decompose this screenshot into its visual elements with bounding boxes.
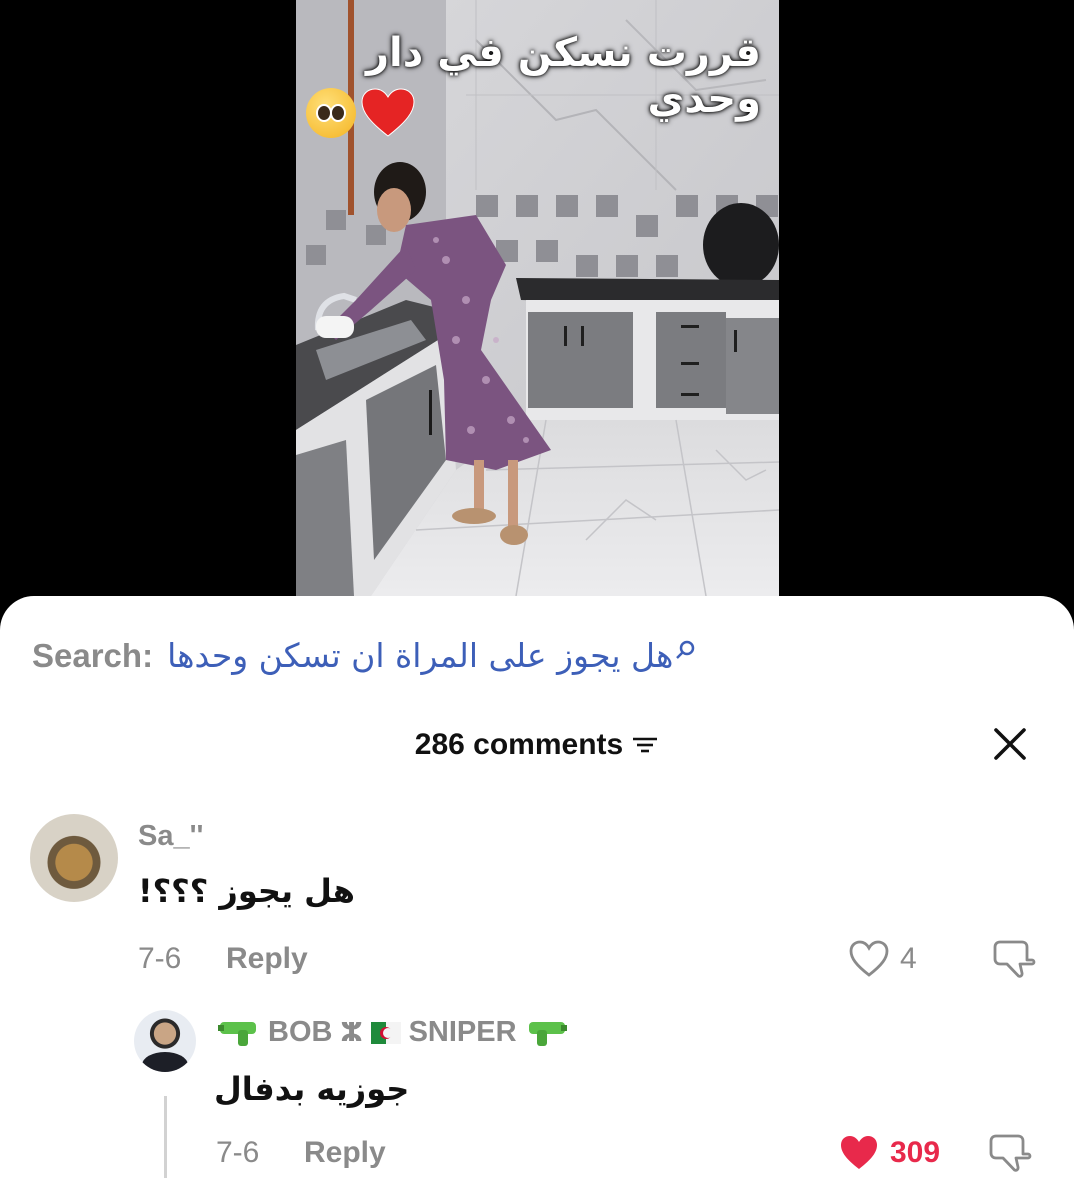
reply-username-part2: SNIPER <box>408 1016 517 1048</box>
reply-date: 7-6 <box>216 1136 260 1169</box>
search-suggestion[interactable]: Search: هل يجوز على المراة ان تسكن وحدها <box>32 636 697 675</box>
water-pistol-icon <box>218 1021 256 1046</box>
comment-date: 7-6 <box>138 942 182 975</box>
like-count: 309 <box>890 1136 941 1169</box>
comment-username[interactable]: Sa_'' <box>138 820 203 853</box>
filter-icon[interactable] <box>631 734 659 756</box>
amazigh-symbol: ⵣ <box>340 1017 363 1047</box>
video-player[interactable]: قررت نسكن في دار وحدي <box>0 0 1074 640</box>
avatar[interactable] <box>30 814 118 902</box>
search-label: Search: <box>32 636 154 674</box>
like-button[interactable]: 4 <box>848 940 917 978</box>
heart-outline-icon <box>849 940 889 977</box>
algeria-flag-icon <box>370 1021 401 1044</box>
search-icon <box>676 640 695 659</box>
pleading-face-icon <box>306 88 356 138</box>
comments-header: 286 comments <box>0 728 1074 768</box>
thumbs-down-icon[interactable] <box>988 1132 1032 1176</box>
reply-button[interactable]: Reply <box>226 942 308 976</box>
avatar[interactable] <box>134 1010 196 1072</box>
search-query-link[interactable]: هل يجوز على المراة ان تسكن وحدها <box>167 636 673 675</box>
close-icon[interactable] <box>990 724 1030 764</box>
like-button[interactable]: 309 <box>838 1134 940 1172</box>
red-heart-icon <box>361 88 415 137</box>
video-frame[interactable]: قررت نسكن في دار وحدي <box>296 0 779 596</box>
reply-button[interactable]: Reply <box>304 1136 386 1170</box>
comment-meta: 7-6 Reply <box>138 942 308 976</box>
reply-username[interactable]: BOB ⵣ SNIPER <box>216 1016 569 1049</box>
reply-meta: 7-6 Reply <box>216 1136 386 1170</box>
thumbs-down-icon[interactable] <box>992 938 1036 982</box>
video-caption-emojis <box>306 88 416 138</box>
comments-count: 286 comments <box>414 728 624 761</box>
like-count: 4 <box>900 942 917 975</box>
comments-count-wrap[interactable]: 286 comments <box>415 728 659 762</box>
reply-text: جوزيه بدفال <box>214 1070 410 1108</box>
thread-line <box>164 1096 167 1178</box>
water-pistol-icon <box>528 1021 567 1046</box>
comments-sheet: Search: هل يجوز على المراة ان تسكن وحدها… <box>0 596 1074 1200</box>
reply-username-part1: BOB <box>268 1016 333 1048</box>
comment-text: هل يجوز ؟؟؟! <box>138 872 355 910</box>
heart-filled-icon <box>841 1136 877 1169</box>
